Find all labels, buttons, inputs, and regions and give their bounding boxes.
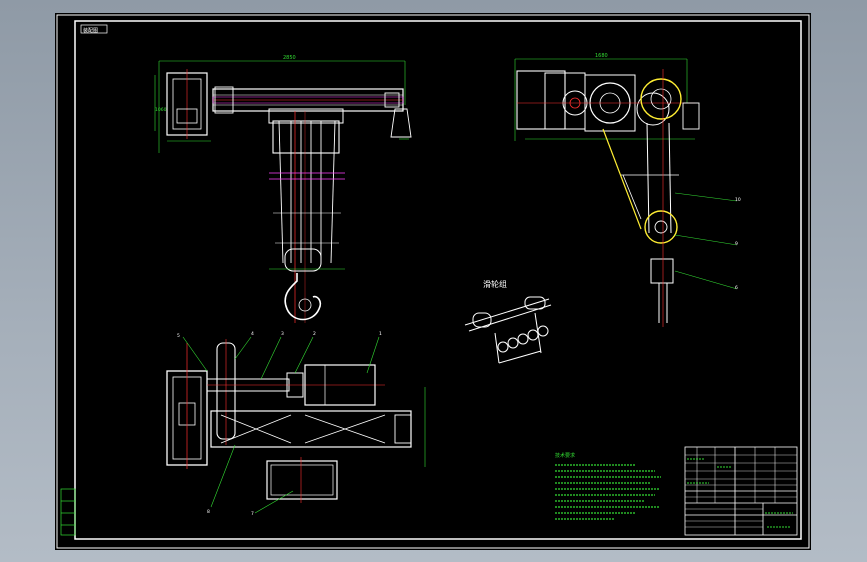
callout-label: 5	[177, 333, 180, 339]
dim-top-right-label: 1680	[595, 53, 608, 59]
callout-label: 2	[313, 331, 316, 337]
cad-viewport[interactable]: 装配图 2850 1060 1680 滑轮组 5 4 3 2 1 8 7 10 …	[55, 13, 811, 550]
title-block	[684, 446, 798, 536]
side-view: 1680	[514, 53, 738, 327]
callout-label: 1	[379, 331, 382, 337]
callout-label: 7	[251, 511, 254, 517]
dim-height-label: 1060	[155, 107, 167, 113]
callout-label: 9	[735, 241, 738, 247]
technical-requirements: 技术要求	[555, 452, 661, 520]
pulley-group-label: 滑轮组	[483, 279, 507, 289]
callout-numbers: 5 4 3 2 1 8 7 10 9 6	[177, 197, 741, 517]
callout-label: 3	[281, 331, 284, 337]
left-mini-table	[60, 488, 76, 536]
outer-frame	[56, 14, 810, 549]
assembly-drawing: 装配图 2850 1060 1680 滑轮组 5 4 3 2 1 8 7 10 …	[56, 14, 810, 549]
callout-label: 4	[251, 331, 254, 337]
inner-frame	[74, 20, 802, 540]
drive-assembly	[166, 336, 426, 514]
drawing-tag: 装配图	[83, 27, 98, 34]
hoist-front-view: 2850 1060	[154, 55, 412, 323]
callout-label: 8	[207, 509, 210, 515]
tech-req-title: 技术要求	[555, 452, 575, 459]
dim-width-label: 2850	[283, 55, 296, 61]
pulley-group: 滑轮组	[464, 279, 552, 364]
callout-label: 6	[735, 285, 738, 291]
callout-label: 10	[735, 197, 741, 203]
